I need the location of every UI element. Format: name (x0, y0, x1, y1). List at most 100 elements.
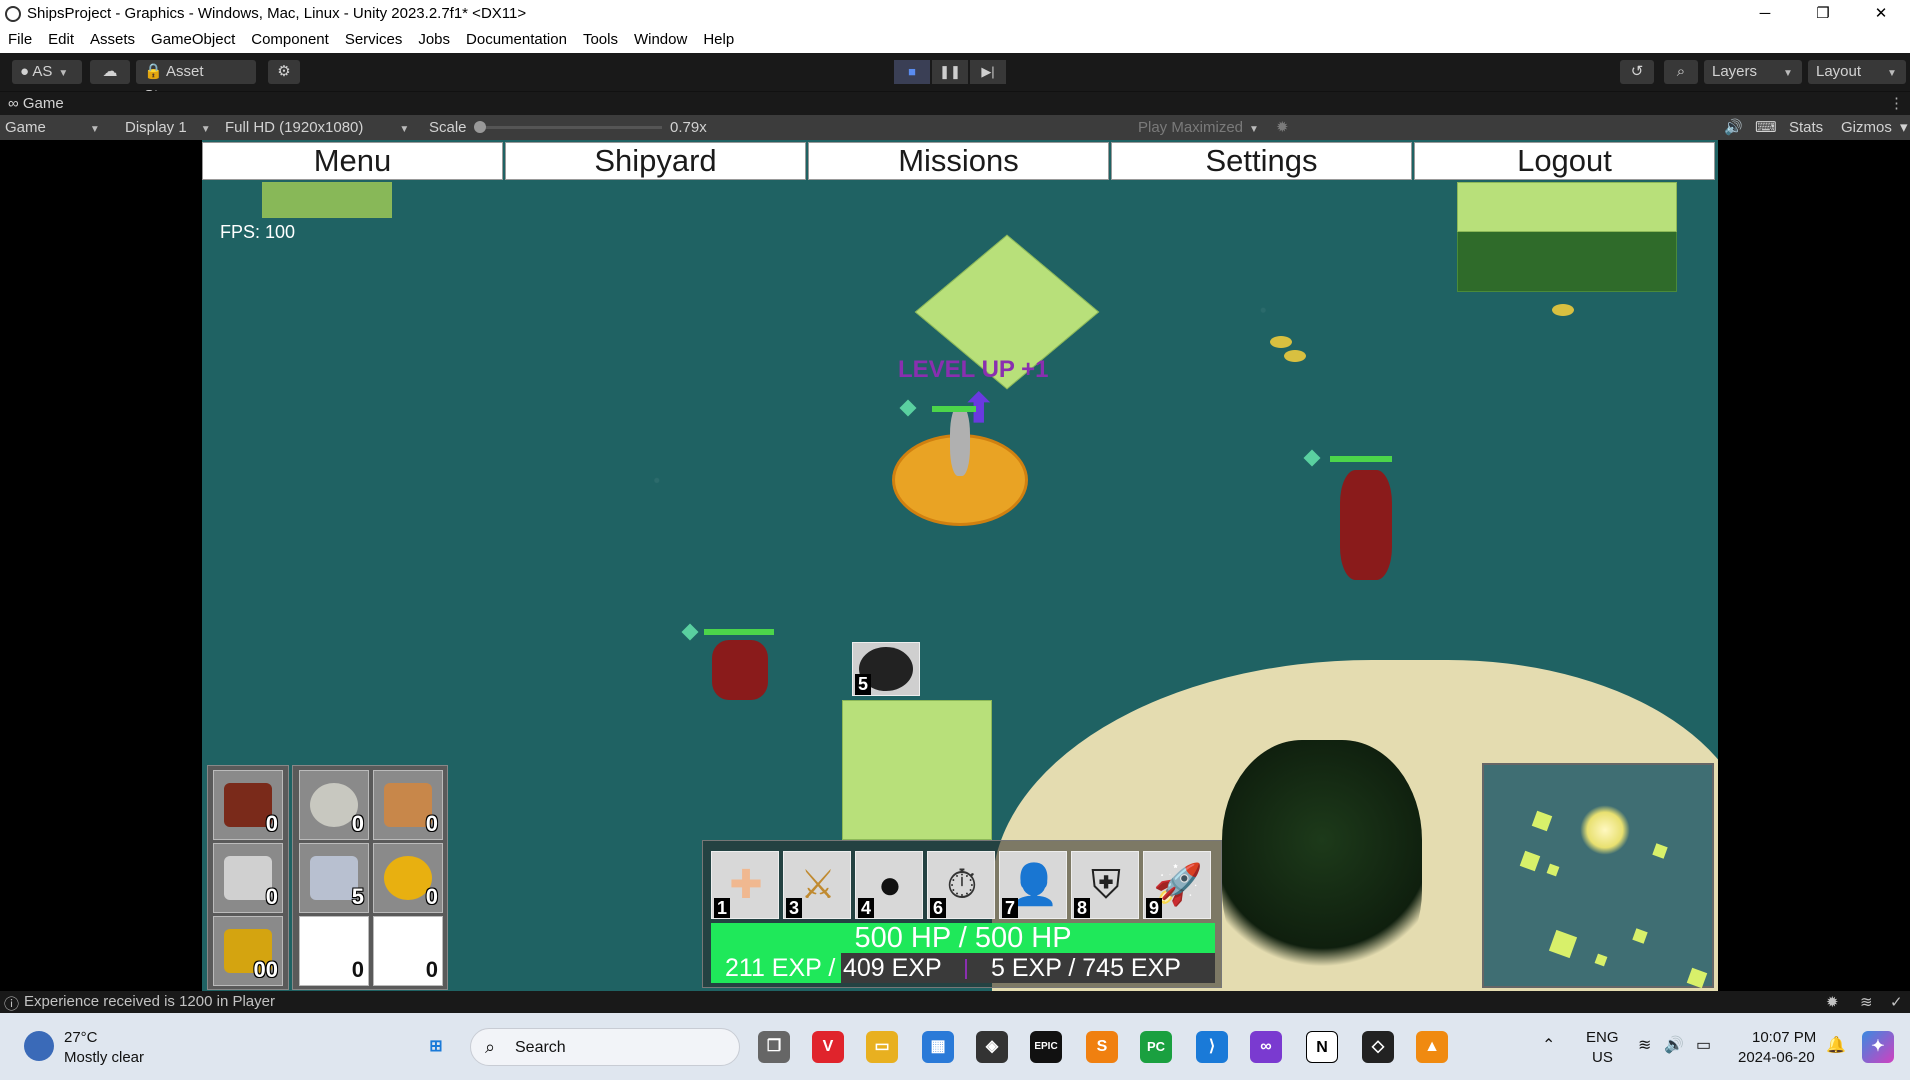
language-indicator[interactable]: ENG (1586, 1029, 1619, 1046)
debug-icon[interactable]: ✹ (1826, 993, 1839, 1011)
menu-tools[interactable]: Tools (575, 27, 626, 53)
missions-button[interactable]: Missions (808, 142, 1109, 180)
game-mode-dropdown[interactable]: Game ▼ (5, 118, 110, 139)
menu-window[interactable]: Window (626, 27, 695, 53)
cannon-slot-1[interactable]: 0 (213, 770, 283, 840)
enemy-ship[interactable] (1340, 470, 1392, 580)
asset-store-dropdown[interactable]: 🔒 Asset Store▼ (136, 60, 256, 104)
cannon-slot-2[interactable]: 0 (213, 843, 283, 913)
cannon-slot-3[interactable]: 00 (213, 916, 283, 986)
stop-icon: ■ (908, 64, 916, 79)
shipyard-button[interactable]: Shipyard (505, 142, 806, 180)
more-options-icon[interactable]: ⋮ (1889, 94, 1904, 112)
menu-help[interactable]: Help (695, 27, 742, 53)
taskbar-search[interactable]: ⌕ Search (470, 1028, 740, 1066)
bug-icon[interactable]: ✹ (1276, 118, 1289, 137)
copilot-icon[interactable]: ✦ (1862, 1031, 1894, 1063)
menu-gameobject[interactable]: GameObject (143, 27, 243, 53)
ability-slot-9[interactable]: 🚀 9 (1143, 851, 1211, 919)
menu-services[interactable]: Services (337, 27, 411, 53)
clock-date[interactable]: 2024-06-20 (1738, 1049, 1815, 1066)
play-mode-dropdown[interactable]: Play Maximized ▼ (1138, 118, 1268, 139)
layers-dropdown[interactable]: Layers ▼ (1704, 60, 1802, 84)
menu-file[interactable]: File (0, 27, 40, 53)
scale-slider-track[interactable] (476, 126, 662, 129)
step-button[interactable]: ▶| (970, 60, 1006, 84)
unity-hub-icon[interactable]: ◈ (976, 1031, 1008, 1063)
settings-button[interactable]: Settings (1111, 142, 1412, 180)
ammo-stack-slot[interactable]: 5 (852, 642, 920, 696)
menu-assets[interactable]: Assets (82, 27, 143, 53)
microsoft-store-icon[interactable]: ▦ (922, 1031, 954, 1063)
layers-icon[interactable]: ≋ (1860, 993, 1873, 1011)
search-button[interactable]: ⌕ (1664, 60, 1698, 84)
clock-time[interactable]: 10:07 PM (1752, 1029, 1816, 1046)
resource-slot-4[interactable]: 0 (373, 843, 443, 913)
cloud-button[interactable]: ☁ (90, 60, 130, 84)
play-button[interactable]: ■ (894, 60, 930, 84)
tab-game[interactable]: ∞ Game (8, 95, 64, 112)
task-view-icon[interactable]: ❐ (758, 1031, 790, 1063)
file-explorer-icon[interactable]: ▭ (866, 1031, 898, 1063)
notification-bell-icon[interactable]: 🔔 (1826, 1035, 1846, 1055)
unity-editor-icon[interactable]: ◇ (1362, 1031, 1394, 1063)
visual-studio-icon[interactable]: ∞ (1250, 1031, 1282, 1063)
resource-slot-6[interactable]: 0 (373, 916, 443, 986)
console-message[interactable]: Experience received is 1200 in Player (24, 993, 275, 1010)
display-dropdown[interactable]: Display 1 ▼ (125, 118, 215, 139)
scale-slider-handle[interactable] (474, 121, 486, 133)
menu-component[interactable]: Component (243, 27, 337, 53)
region-indicator[interactable]: US (1592, 1049, 1613, 1066)
battery-icon[interactable]: ▭ (1696, 1035, 1711, 1055)
gizmos-caret-icon[interactable]: ▾ (1900, 118, 1908, 137)
gizmos-button[interactable]: Gizmos (1841, 118, 1892, 137)
menu-documentation[interactable]: Documentation (458, 27, 575, 53)
resource-slot-3[interactable]: 5 (299, 843, 369, 913)
enemy-ship[interactable] (712, 640, 768, 700)
layout-dropdown[interactable]: Layout ▼ (1808, 60, 1906, 84)
show-hidden-icons[interactable]: ⌃ (1542, 1035, 1555, 1055)
ability-slot-6[interactable]: ⏱ 6 (927, 851, 995, 919)
weather-icon[interactable] (24, 1031, 54, 1061)
pycharm-icon[interactable]: PC (1140, 1031, 1172, 1063)
close-button[interactable]: ✕ (1852, 0, 1910, 27)
vivaldi-icon[interactable]: V (812, 1031, 844, 1063)
store-icon: 🔒 (144, 63, 163, 80)
ability-slot-7[interactable]: 👤 7 (999, 851, 1067, 919)
account-dropdown[interactable]: ● AS ▼ (12, 60, 82, 84)
wifi-icon[interactable]: ≋ (1638, 1035, 1651, 1055)
check-icon[interactable]: ✓ (1890, 993, 1903, 1011)
maximize-button[interactable]: ❐ (1794, 0, 1852, 27)
logout-button[interactable]: Logout (1414, 142, 1715, 180)
minimap[interactable] (1482, 763, 1714, 989)
stats-button[interactable]: Stats (1789, 118, 1823, 137)
ability-slot-3[interactable]: ⚔ 3 (783, 851, 851, 919)
player-ship[interactable] (950, 406, 970, 476)
menu-edit[interactable]: Edit (40, 27, 82, 53)
resource-slot-5[interactable]: 0 (299, 916, 369, 986)
menu-bar: File Edit Assets GameObject Component Se… (0, 27, 1910, 53)
mute-audio-icon[interactable]: 🔊 (1724, 118, 1743, 137)
history-button[interactable]: ↺ (1620, 60, 1654, 84)
vscode-icon[interactable]: ⟩ (1196, 1031, 1228, 1063)
resolution-dropdown[interactable]: Full HD (1920x1080) ▼ (225, 118, 415, 139)
vlc-icon[interactable]: ▲ (1416, 1031, 1448, 1063)
notion-icon[interactable]: N (1306, 1031, 1338, 1063)
epic-games-icon[interactable]: EPIC (1030, 1031, 1062, 1063)
resource-slot-1[interactable]: 0 (299, 770, 369, 840)
keyboard-icon[interactable]: ⌨ (1755, 118, 1777, 137)
menu-jobs[interactable]: Jobs (410, 27, 458, 53)
ability-slot-4[interactable]: ● 4 (855, 851, 923, 919)
game-canvas[interactable]: Menu Shipyard Missions Settings Logout F… (202, 140, 1718, 991)
minimize-button[interactable]: ─ (1736, 0, 1794, 27)
resource-slot-2[interactable]: 0 (373, 770, 443, 840)
settings-button[interactable]: ⚙ (268, 60, 300, 84)
enemy-level-gem (681, 623, 699, 641)
volume-icon[interactable]: 🔊 (1664, 1035, 1684, 1055)
pause-button[interactable]: ❚❚ (932, 60, 968, 84)
windows-start-icon[interactable]: ⊞ (420, 1031, 452, 1063)
menu-button[interactable]: Menu (202, 142, 503, 180)
ability-slot-1[interactable]: ✚ 1 (711, 851, 779, 919)
ability-slot-8[interactable]: ⛨ 8 (1071, 851, 1139, 919)
sublime-text-icon[interactable]: S (1086, 1031, 1118, 1063)
